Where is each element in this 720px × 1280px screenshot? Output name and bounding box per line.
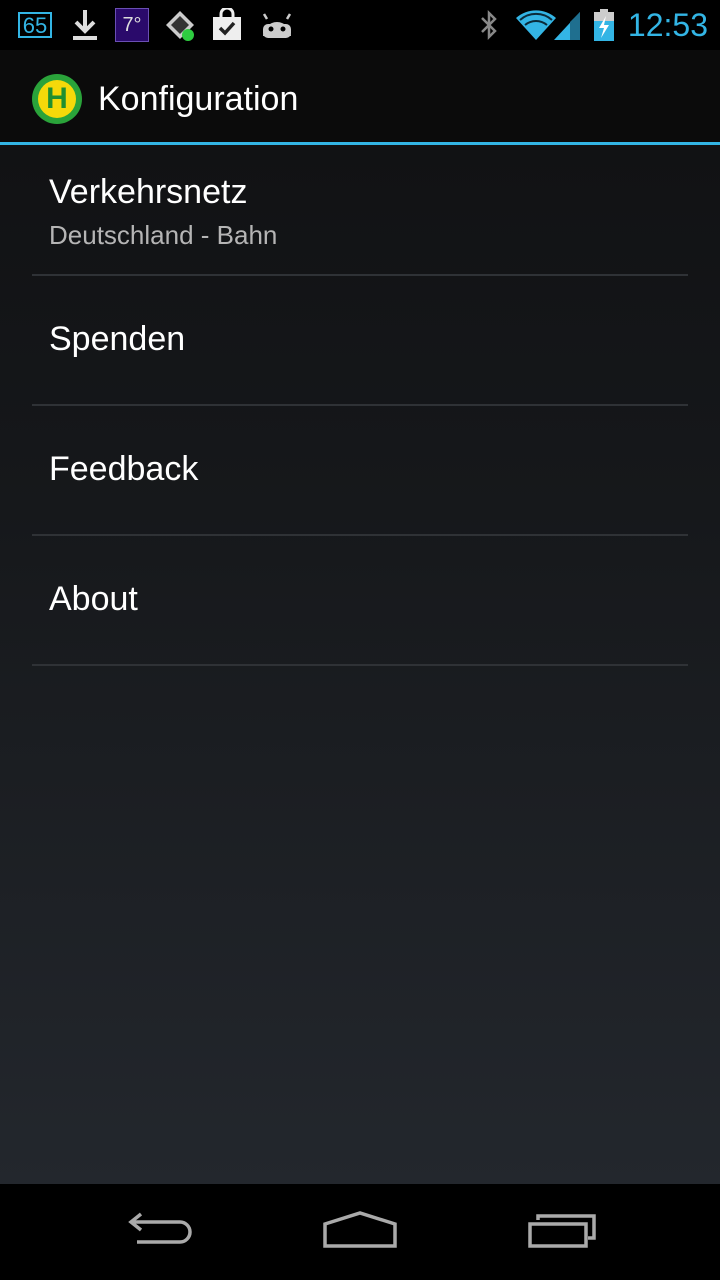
- home-button[interactable]: [290, 1184, 430, 1280]
- pref-title: Verkehrsnetz: [49, 173, 248, 211]
- pref-verkehrsnetz[interactable]: Verkehrsnetz Deutschland - Bahn: [32, 145, 688, 276]
- pref-title: Feedback: [49, 450, 199, 488]
- status-bar: 65 7° 12:53: [0, 0, 720, 50]
- android-icon: [258, 6, 296, 44]
- bluetooth-icon: [476, 6, 502, 44]
- recents-icon: [526, 1210, 598, 1255]
- back-button[interactable]: [90, 1184, 230, 1280]
- battery-charging-icon: [592, 6, 616, 44]
- pref-spenden[interactable]: Spenden: [32, 276, 688, 406]
- sync-icon: [163, 6, 197, 44]
- temperature: 7°: [115, 8, 149, 42]
- back-icon: [125, 1210, 195, 1255]
- action-bar: H Konfiguration: [0, 50, 720, 144]
- pref-title: Spenden: [49, 320, 186, 358]
- pref-summary: Deutschland - Bahn: [49, 220, 278, 250]
- notification-count: 65: [18, 12, 52, 38]
- weather-icon: 7°: [115, 6, 149, 44]
- download-icon: [70, 6, 100, 44]
- navigation-bar: [0, 1184, 720, 1280]
- bus-stop-h-icon[interactable]: H: [32, 74, 82, 124]
- play-store-icon: [210, 6, 244, 44]
- pref-title: About: [49, 580, 138, 618]
- clock: 12:53: [627, 7, 708, 43]
- signal-icon: [552, 6, 582, 44]
- pref-about[interactable]: About: [32, 536, 688, 666]
- preferences-list: Verkehrsnetz Deutschland - Bahn Spenden …: [0, 145, 720, 1184]
- recents-button[interactable]: [492, 1184, 632, 1280]
- home-icon: [322, 1210, 398, 1255]
- pref-feedback[interactable]: Feedback: [32, 406, 688, 536]
- logo-letter: H: [38, 80, 76, 118]
- page-title: Konfiguration: [98, 80, 299, 118]
- counter-badge-icon: 65: [18, 6, 52, 44]
